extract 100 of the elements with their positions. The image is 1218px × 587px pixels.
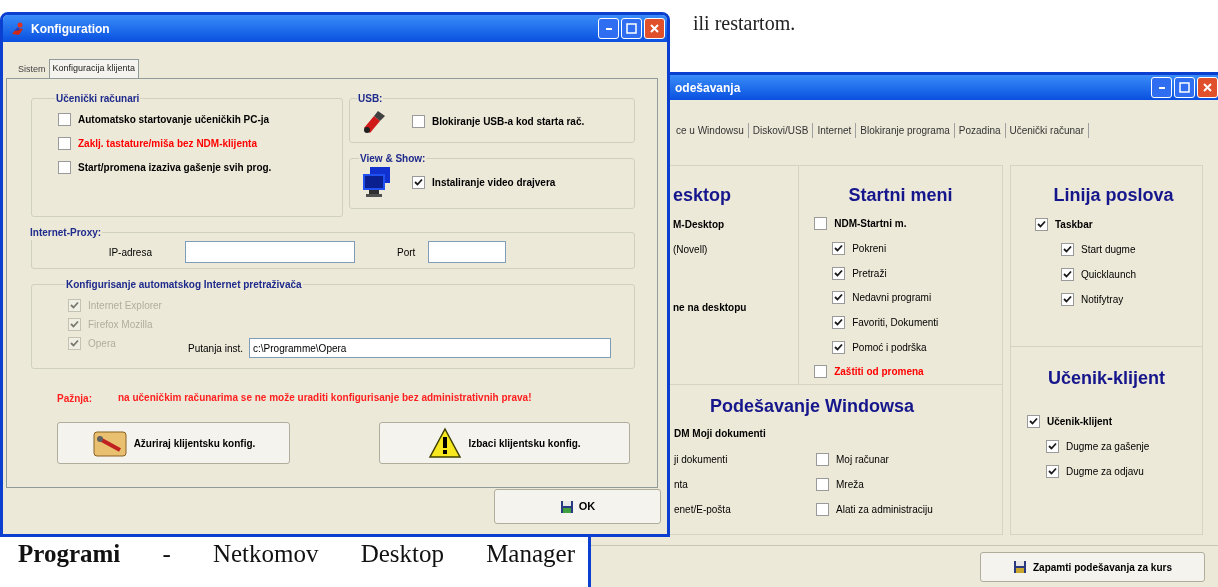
folder-icon (91, 428, 128, 458)
checkbox[interactable] (1061, 293, 1074, 306)
minimize-button[interactable] (1151, 77, 1172, 98)
checkbox[interactable] (832, 315, 846, 329)
checkbox-label: Pokreni (852, 242, 887, 256)
close-icon (1203, 83, 1212, 92)
field-label: Port (397, 245, 416, 260)
option-label: M-Desktop (673, 218, 726, 232)
checkbox[interactable] (816, 503, 829, 516)
checkbox[interactable] (832, 340, 846, 354)
action-button[interactable]: Izbaci klijentsku konfig. (379, 422, 630, 464)
section-heading: Učenik-klijent (1046, 367, 1166, 390)
paragraph: Programi - Netkomov Desktop Manager (18, 539, 575, 569)
port-field[interactable] (428, 241, 507, 263)
monitor-icon (362, 166, 392, 198)
close-icon (650, 24, 659, 33)
close-button[interactable] (1197, 77, 1218, 98)
checkbox-label: Notifytray (1081, 293, 1124, 307)
checkbox[interactable] (814, 365, 828, 379)
checkbox-label: Dugme za gašenje (1066, 440, 1150, 454)
checkbox-label: Alati za administraciju (836, 503, 933, 517)
tab[interactable]: Diskovi/USB (748, 122, 814, 138)
checkbox-label: Firefox Mozilla (88, 318, 153, 332)
checkbox-label: Start dugme (1081, 243, 1136, 257)
ip-address-field[interactable] (185, 241, 355, 263)
minimize-button[interactable] (598, 18, 619, 39)
warning-label: Pažnja: (57, 392, 93, 406)
close-button[interactable] (644, 18, 665, 39)
checkbox[interactable] (58, 137, 71, 150)
maximize-button[interactable] (1174, 77, 1195, 98)
group-title: Internet-Proxy: (29, 226, 103, 240)
tab[interactable]: Konfiguracija klijenta (48, 59, 140, 78)
section-heading: Linija poslova (1052, 184, 1175, 207)
checkbox[interactable] (832, 242, 846, 255)
body-text: ili restartom. (693, 11, 796, 36)
window-title: Konfiguration (31, 20, 110, 38)
field-label: Putanja inst. (188, 341, 244, 356)
checkbox-label: NDM-Startni m. (834, 217, 907, 232)
checkbox-label: Blokiranje USB-a kod starta rač. (432, 114, 585, 129)
checkbox-label: Nedavni programi (852, 291, 932, 306)
action-button[interactable]: Ažuriraj klijentsku konfig. (57, 422, 290, 464)
group-title: View & Show: (359, 152, 427, 166)
checkbox-label: Zaklj. tastature/miša bez NDM-klijenta (78, 137, 257, 151)
checkbox[interactable] (814, 217, 828, 231)
tab[interactable]: Sistem (15, 62, 49, 78)
field-label: IP-adresa (107, 245, 152, 260)
checkbox[interactable] (1035, 218, 1048, 231)
checkbox[interactable] (412, 175, 425, 189)
checkbox[interactable] (1046, 440, 1059, 453)
window-title: odešavanja (675, 79, 741, 97)
save-button[interactable]: Zapamti podešavanja za kurs (980, 552, 1205, 582)
option-label: nta (674, 478, 689, 492)
checkbox-label: Quicklaunch (1081, 268, 1137, 282)
warning-icon (428, 427, 463, 459)
group-title: Učenički računari (55, 92, 141, 106)
ok-button[interactable]: OK (494, 489, 661, 524)
checkbox-label: Zaštiti od promena (834, 365, 924, 380)
checkbox[interactable] (58, 161, 71, 174)
checkbox-label: Opera (88, 337, 116, 351)
tab[interactable]: Internet (813, 122, 857, 138)
maximize-icon (1179, 82, 1190, 93)
tab[interactable]: Pozadina (954, 122, 1006, 138)
option-label: (Novell) (673, 243, 709, 257)
checkbox[interactable] (832, 291, 846, 305)
maximize-icon (626, 23, 637, 34)
section-heading: esktop (673, 184, 733, 207)
checkbox-label: Instaliranje video drajvera (432, 175, 556, 190)
tab[interactable]: ce u Windowsu (672, 122, 749, 138)
group-label: DM Moji dokumenti (674, 427, 767, 441)
option-label: enet/E-pošta (674, 503, 732, 517)
checkbox[interactable] (816, 453, 829, 466)
option-label: ji dokumenti (674, 453, 729, 467)
checkbox[interactable] (58, 113, 71, 126)
checkbox[interactable] (816, 478, 829, 491)
checkbox[interactable] (412, 114, 425, 128)
checkbox-label: Start/promena izaziva gašenje svih prog. (78, 161, 272, 175)
checkbox[interactable] (832, 266, 846, 280)
group-title: Konfigurisanje automatskog Internet pretraživača (65, 278, 303, 292)
tab[interactable]: Učenički računar (1005, 122, 1089, 138)
maximize-button[interactable] (621, 18, 642, 39)
group-title: USB: (357, 92, 384, 106)
checkbox-label: Moj računar (836, 453, 889, 467)
checkbox-label: Pomoć i podrška (852, 340, 927, 355)
checkbox[interactable] (1061, 243, 1074, 256)
path-field[interactable]: c:\Programme\Opera (249, 338, 612, 358)
floppy-icon (559, 499, 574, 514)
checkbox-label: Internet Explorer (88, 299, 162, 313)
checkbox-label: Pretraži (852, 266, 887, 281)
checkbox-label: Favoriti, Dokumenti (852, 315, 939, 330)
checkbox-label: Dugme za odjavu (1066, 465, 1144, 479)
checkbox-label: Taskbar (1055, 218, 1093, 232)
checkbox[interactable] (1061, 268, 1074, 281)
checkbox-label: Učenik-klijent (1047, 415, 1113, 429)
checkbox-label: Automatsko startovanje učeničkih PC-ja (78, 113, 270, 127)
minimize-icon (1158, 86, 1165, 89)
checkbox[interactable] (1027, 415, 1040, 428)
checkbox[interactable] (1046, 465, 1059, 478)
option-label: ne na desktopu (673, 301, 748, 315)
tab[interactable]: Blokiranje programa (856, 122, 955, 138)
checkbox-label: Mreža (836, 478, 864, 492)
